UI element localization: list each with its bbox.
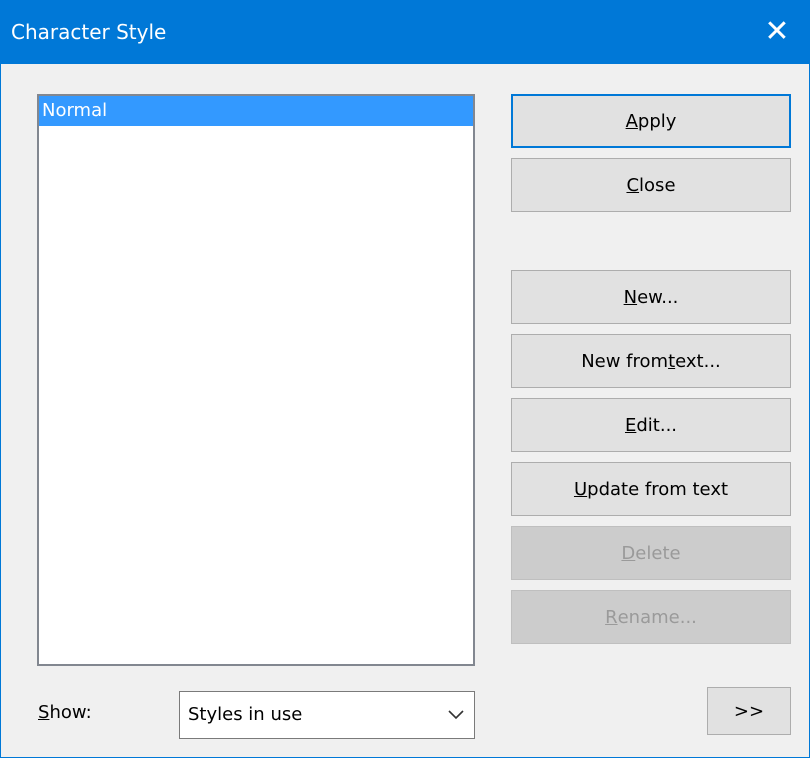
close-icon: ✕ — [764, 14, 790, 49]
show-filter-select[interactable]: Styles in use — [179, 691, 475, 739]
apply-button[interactable]: Apply — [511, 94, 791, 148]
rename-button[interactable]: Rename... — [511, 590, 791, 644]
new-from-text-access-key: t — [668, 350, 676, 372]
apply-access-key: A — [625, 110, 638, 132]
new-label-post: ew... — [637, 286, 679, 308]
chevron-down-icon — [448, 710, 464, 720]
delete-access-key: D — [621, 542, 636, 564]
rename-label-post: ename... — [617, 606, 697, 628]
edit-label-post: dit... — [636, 414, 678, 436]
update-access-key: U — [573, 478, 588, 500]
apply-label-post: pply — [637, 110, 677, 132]
new-from-text-label-pre: New from — [581, 350, 669, 372]
title-bar: Character Style ✕ — [1, 0, 809, 64]
new-from-text-label-post: ext... — [675, 350, 721, 372]
rename-access-key: R — [605, 606, 618, 628]
delete-label-post: elete — [635, 542, 681, 564]
show-access-key: S — [38, 702, 50, 723]
new-from-text-button[interactable]: New from t ext... — [511, 334, 791, 388]
character-style-dialog: Character Style ✕ Normal Apply Close New… — [0, 0, 810, 758]
dialog-title: Character Style — [11, 20, 167, 44]
expand-button[interactable]: >> — [707, 687, 791, 735]
update-label-post: pdate from text — [587, 478, 729, 500]
new-access-key: N — [623, 286, 638, 308]
expand-label: >> — [733, 700, 765, 722]
close-access-key: C — [626, 174, 640, 196]
close-label-post: lose — [639, 174, 676, 196]
show-filter-value: Styles in use — [188, 704, 303, 725]
show-label: Show: — [38, 702, 92, 723]
update-from-text-button[interactable]: Update from text — [511, 462, 791, 516]
close-window-button[interactable]: ✕ — [745, 0, 809, 64]
edit-button[interactable]: Edit... — [511, 398, 791, 452]
list-item[interactable]: Normal — [39, 96, 473, 126]
close-button[interactable]: Close — [511, 158, 791, 212]
edit-access-key: E — [624, 414, 637, 436]
delete-button[interactable]: Delete — [511, 526, 791, 580]
styles-listbox[interactable]: Normal — [37, 94, 475, 666]
new-button[interactable]: New... — [511, 270, 791, 324]
show-label-rest: how: — [49, 702, 92, 723]
